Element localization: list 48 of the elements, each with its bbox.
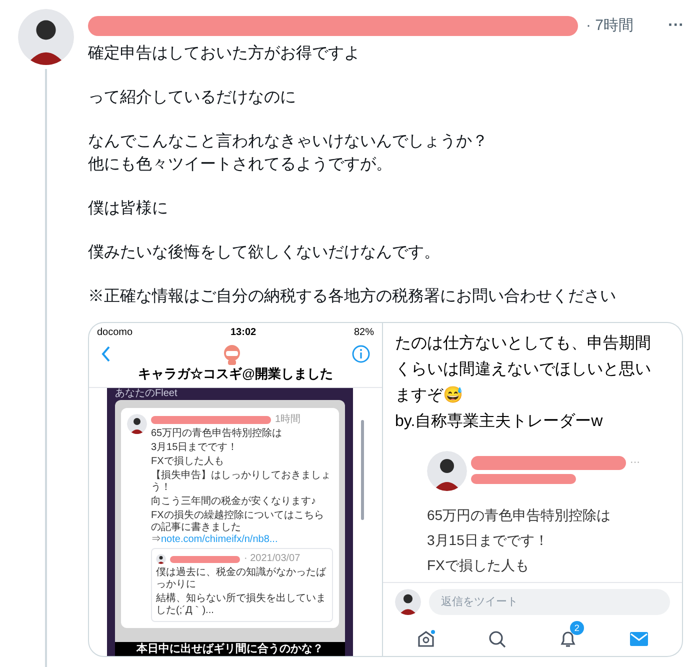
tweet-text: 他にも色々ツイートされてるようですが。 xyxy=(88,155,393,175)
tweet-text: 僕は皆様に xyxy=(88,199,169,219)
card-text: FXの損失の繰越控除についてはこちらの記事に書きました⇒note.com/chimeifx/n/nb8... xyxy=(151,510,325,546)
tweet-text: たのは仕方ないとしても、申告期間 xyxy=(395,334,652,354)
avatar xyxy=(156,554,166,564)
card-text: FXで損した人も xyxy=(151,456,225,468)
carrier-label: docomo xyxy=(97,327,133,339)
quote-text: 僕は過去に、税金の知識がなかったばっかりに xyxy=(156,567,328,591)
back-icon[interactable] xyxy=(101,346,111,362)
card-text: 3月15日までです！ xyxy=(151,442,239,454)
bell-icon[interactable] xyxy=(558,629,578,649)
time-label: 1時間 xyxy=(275,414,301,426)
fleet-label: あなたのFleet xyxy=(115,388,178,400)
time-label: · 7時間 xyxy=(586,16,634,36)
avatar xyxy=(18,9,74,65)
more-icon[interactable]: ··· xyxy=(668,14,684,38)
search-icon[interactable] xyxy=(487,629,508,649)
caption: 本日中に出せばギリ間に合うのかな？ xyxy=(115,642,345,656)
chat-title: キャラガ☆コスギ@開業しました xyxy=(137,365,334,383)
tweet-text: 僕みたいな後悔をして欲しくないだけなんです。 xyxy=(88,243,441,263)
tweet-text: 3月15日までです！ xyxy=(427,531,550,550)
redaction-bar xyxy=(170,556,240,562)
tweet-text: 65万円の青色申告特別控除は xyxy=(427,506,612,525)
tweet-text: by.自称専業主夫トレーダーw xyxy=(395,412,604,432)
card-text: 【損失申告】はしっかりしておきましょう！ xyxy=(151,470,332,494)
home-icon[interactable] xyxy=(416,629,436,649)
card-text: 向こう三年間の税金が安くなります♪ xyxy=(151,496,317,508)
battery-label: 82% xyxy=(354,327,374,339)
tweet-text: ますぞ😅 xyxy=(395,385,464,406)
tweet-text: って紹介しているだけなのに xyxy=(88,88,297,108)
mail-icon[interactable] xyxy=(628,631,649,647)
tweet-text: ※正確な情報はご自分の納税する各地方の税務署にお問い合わせください xyxy=(88,286,617,307)
notification-badge: 2 xyxy=(570,621,584,635)
avatar xyxy=(127,414,147,434)
tweet-text: なんでこんなこと言われなきゃいけないんでしょうか？ xyxy=(88,132,489,152)
tweet-text: 確定申告はしておいた方がお得ですよ xyxy=(88,44,361,64)
card-text: 65万円の青色申告特別控除は xyxy=(151,428,284,440)
clock-label: 13:02 xyxy=(230,327,256,339)
date-label: · 2021/03/07 xyxy=(244,553,300,565)
avatar xyxy=(427,451,467,491)
reply-field[interactable]: 返信をツイート xyxy=(429,589,670,615)
quote-text: 結構、知らない所で損失を出していました(;´Д｀)... xyxy=(156,593,327,617)
avatar xyxy=(395,589,421,615)
tweet-text: FXで損した人も xyxy=(427,556,530,575)
info-icon[interactable] xyxy=(352,345,370,363)
more-icon[interactable]: ··· xyxy=(630,455,640,470)
link[interactable]: note.com/chimeifx/n/nb8... xyxy=(161,534,278,545)
tweet-text: くらいは間違えないでほしいと思い xyxy=(395,360,652,380)
